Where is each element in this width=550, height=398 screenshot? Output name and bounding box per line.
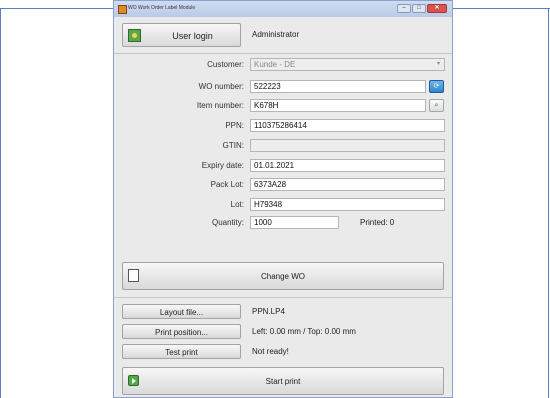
wo-number-label: WO number: xyxy=(198,82,244,91)
printed-count: Printed: 0 xyxy=(360,218,395,227)
change-wo-label: Change WO xyxy=(260,272,306,281)
close-button[interactable]: ✕ xyxy=(427,4,447,13)
lot-label: Lot: xyxy=(230,200,244,209)
minimize-icon: – xyxy=(402,5,406,11)
quantity-field[interactable]: 1000 xyxy=(250,216,339,229)
change-wo-button[interactable]: Change WO xyxy=(122,262,444,290)
item-number-field[interactable]: K678H xyxy=(250,99,426,112)
wo-number-field[interactable]: 522223 xyxy=(250,80,426,93)
search-button[interactable]: ⌕ xyxy=(429,99,444,112)
start-print-label: Start print xyxy=(265,377,301,386)
user-login-button[interactable]: User login xyxy=(122,23,241,47)
layout-file-value: PPN.LP4 xyxy=(252,307,285,316)
page-frame-left xyxy=(0,8,1,398)
window-title: WO Work Order Label Module xyxy=(128,5,196,11)
expiry-date-label: Expiry date: xyxy=(201,161,244,170)
refresh-icon: ⟳ xyxy=(433,83,440,90)
gtin-label: GTIN: xyxy=(222,141,244,150)
user-login-icon xyxy=(128,29,141,42)
divider xyxy=(114,297,452,298)
customer-dropdown[interactable]: Kunde - DE ▾ xyxy=(250,58,445,71)
test-print-label: Test print xyxy=(165,348,198,357)
layout-file-label: Layout file... xyxy=(159,308,204,317)
lot-field[interactable]: H79348 xyxy=(250,198,445,211)
page-frame-right xyxy=(548,8,549,398)
search-icon: ⌕ xyxy=(434,102,439,109)
customer-label: Customer: xyxy=(207,60,244,69)
current-user: Administrator xyxy=(252,30,300,39)
ppn-field[interactable]: 110375286414 xyxy=(250,119,445,132)
customer-value: Kunde - DE xyxy=(254,60,296,69)
print-position-value: Left: 0.00 mm / Top: 0.00 mm xyxy=(252,327,356,336)
test-print-button[interactable]: Test print xyxy=(122,344,241,359)
layout-file-button[interactable]: Layout file... xyxy=(122,304,241,319)
pack-lot-label: Pack Lot: xyxy=(210,180,244,189)
start-print-button[interactable]: Start print xyxy=(122,367,444,395)
app-icon xyxy=(118,5,127,14)
pack-lot-field[interactable]: 6373A28 xyxy=(250,178,445,191)
minimize-button[interactable]: – xyxy=(397,4,411,13)
item-number-label: Item number: xyxy=(196,101,244,110)
maximize-button[interactable]: □ xyxy=(412,4,426,13)
maximize-icon: □ xyxy=(417,5,421,11)
gtin-field[interactable] xyxy=(250,139,445,152)
quantity-label: Quantity: xyxy=(211,218,244,227)
print-position-label: Print position... xyxy=(155,328,208,337)
ppn-label: PPN: xyxy=(225,121,244,130)
divider xyxy=(114,53,452,54)
wo-label-window: WO Work Order Label Module – □ ✕ User lo… xyxy=(113,0,453,398)
print-position-button[interactable]: Print position... xyxy=(122,324,241,339)
title-bar[interactable]: WO Work Order Label Module – □ ✕ xyxy=(114,1,452,17)
refresh-button[interactable]: ⟳ xyxy=(429,80,444,93)
close-icon: ✕ xyxy=(434,5,440,11)
expiry-date-field[interactable]: 01.01.2021 xyxy=(250,159,445,172)
test-print-status: Not ready! xyxy=(252,347,289,356)
user-login-label: User login xyxy=(172,31,213,41)
chevron-down-icon: ▾ xyxy=(436,61,440,67)
